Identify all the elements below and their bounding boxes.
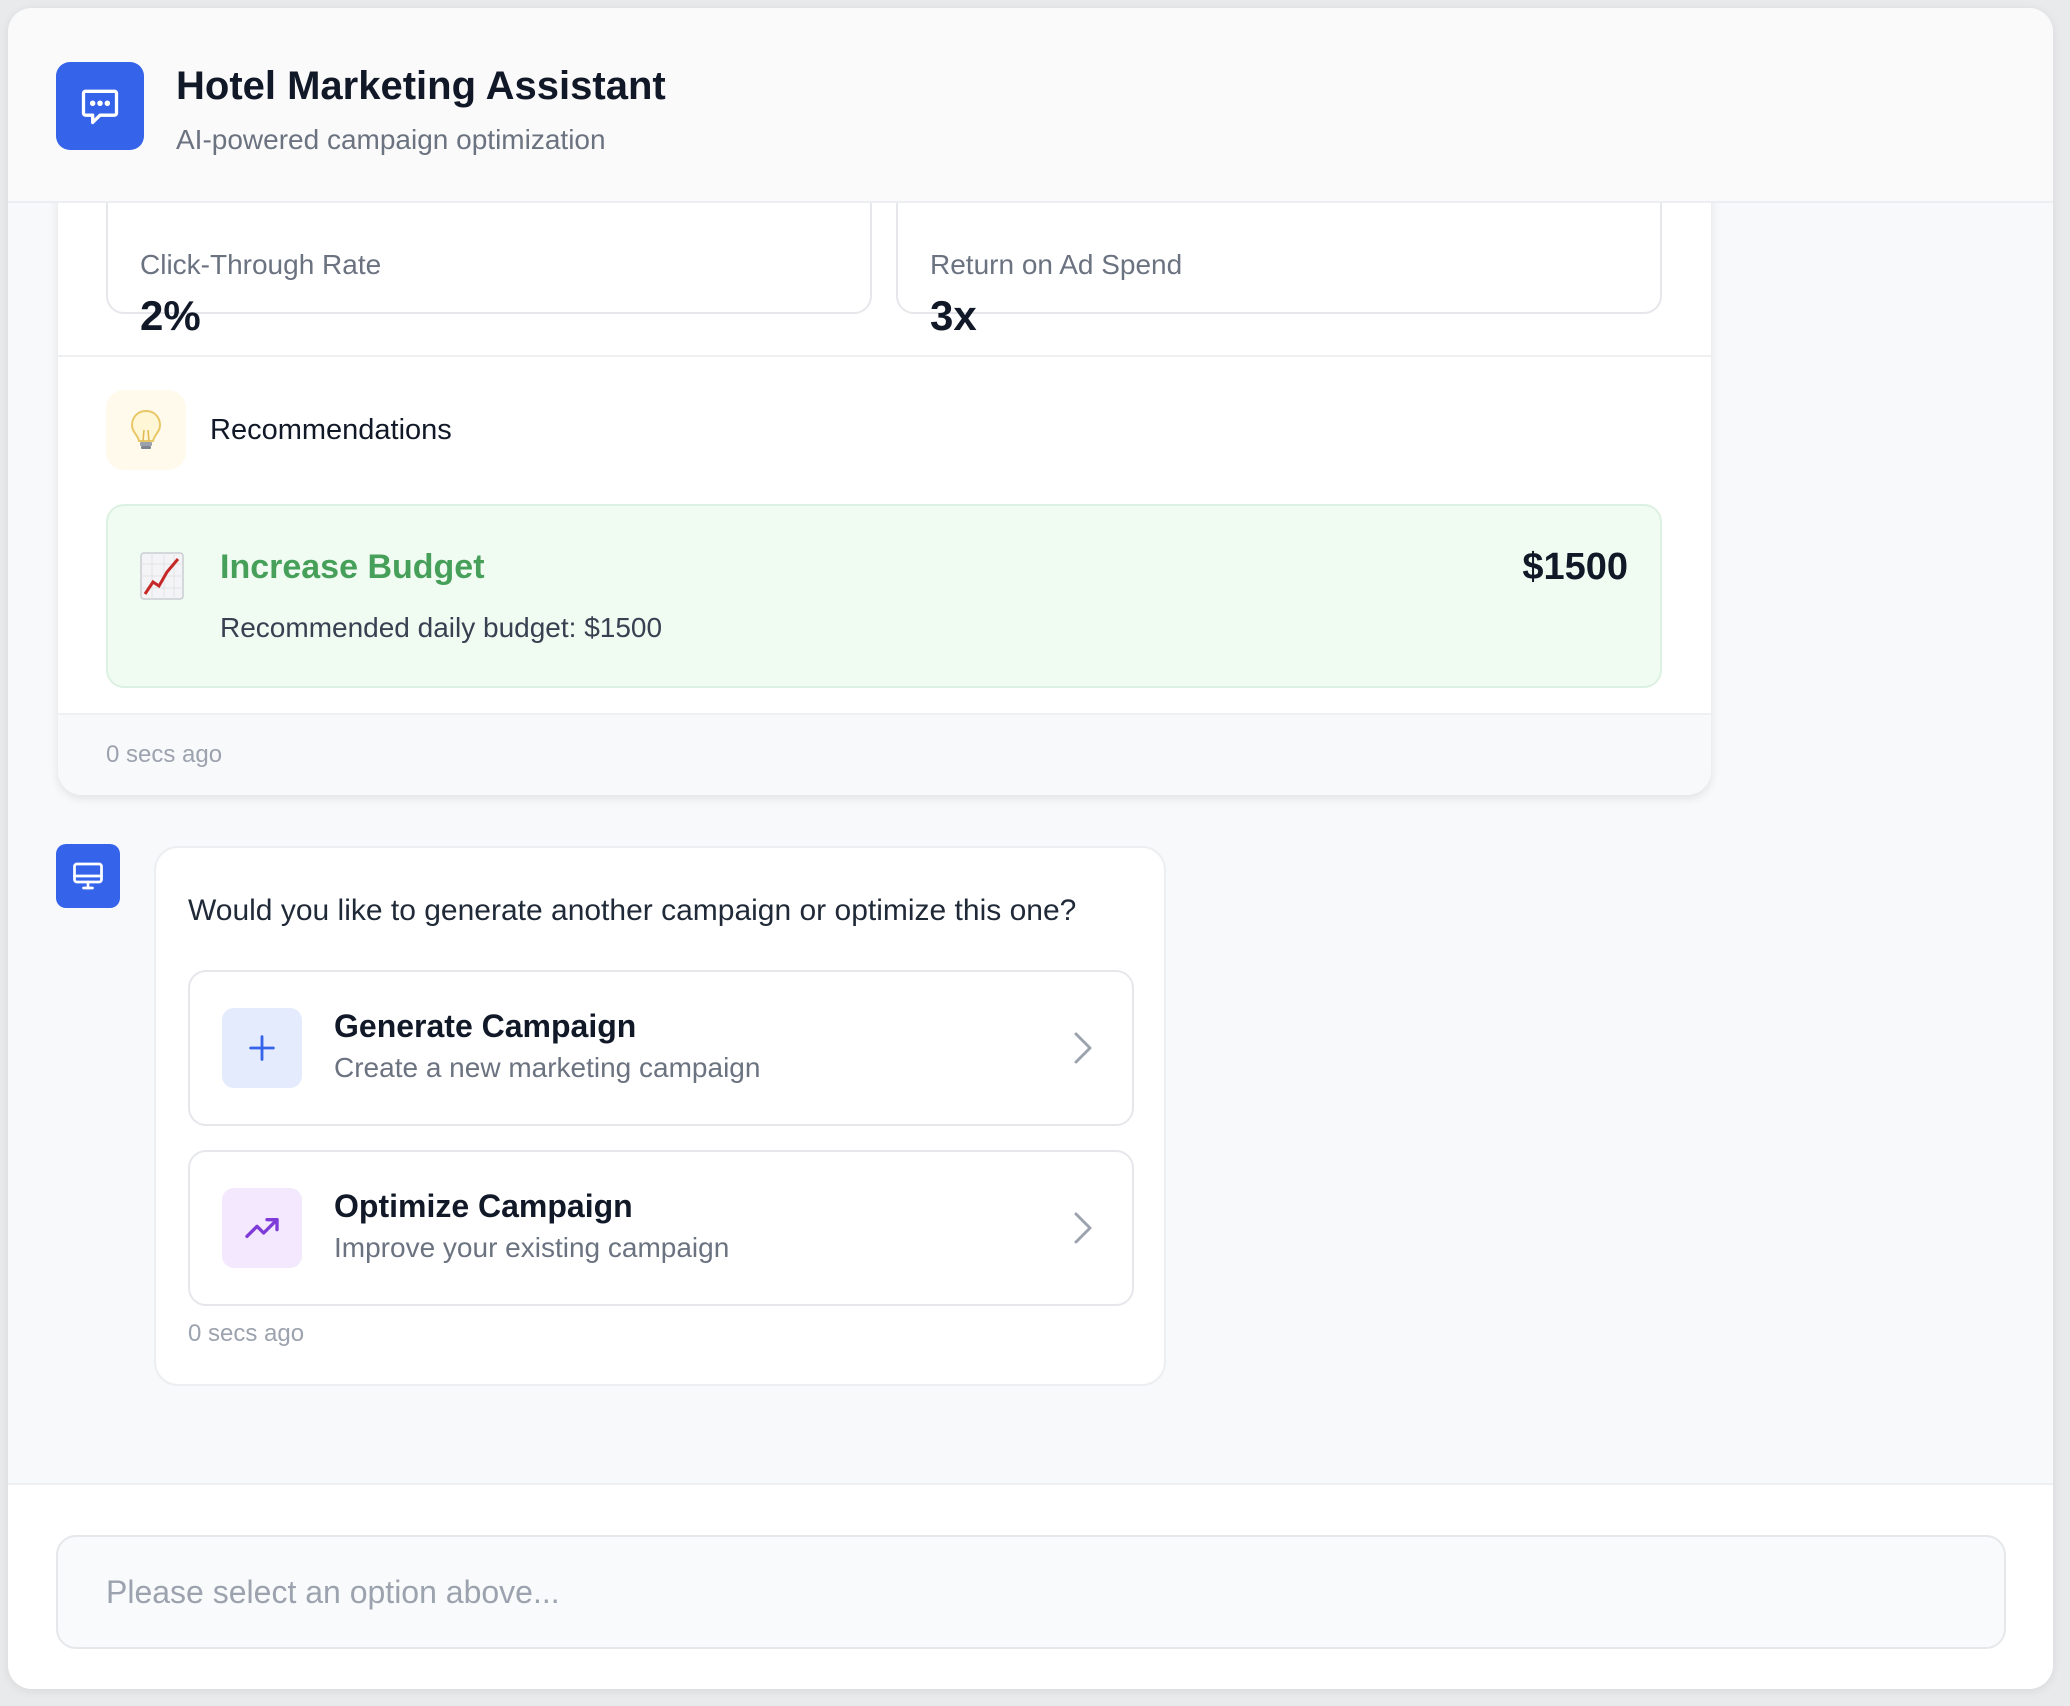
metric-value: 3x — [930, 292, 977, 339]
chart-increasing-icon — [140, 552, 184, 600]
recommendation-description: Recommended daily budget: $1500 — [220, 612, 663, 643]
recommendation-value: $1500 — [1522, 546, 1628, 588]
recommendation-title: Increase Budget — [220, 548, 485, 586]
optimize-campaign-option[interactable]: Optimize Campaign Improve your existing … — [188, 1150, 1134, 1306]
metric-value: 2% — [140, 292, 201, 339]
chevron-right-icon — [1074, 1032, 1092, 1064]
input-area — [8, 1483, 2053, 1689]
card-footer: 0 secs ago — [58, 713, 1711, 795]
bot-question: Would you like to generate another campa… — [188, 894, 1077, 927]
chat-input[interactable] — [56, 1535, 2006, 1649]
monitor-icon — [73, 862, 103, 890]
bot-avatar — [56, 844, 120, 908]
app-window: Click-Through Rate 2% Return on Ad Spend… — [8, 8, 2053, 1689]
app-subtitle: AI-powered campaign optimization — [176, 124, 606, 155]
plus-icon — [222, 1008, 302, 1088]
bot-message-bubble: Would you like to generate another campa… — [154, 846, 1166, 1386]
option-title: Optimize Campaign — [334, 1188, 633, 1224]
chat-bubble-icon — [56, 62, 144, 150]
metric-label: Click-Through Rate — [140, 249, 382, 280]
option-title: Generate Campaign — [334, 1008, 637, 1044]
lightbulb-icon — [106, 390, 186, 470]
timestamp: 0 secs ago — [188, 1320, 305, 1347]
option-description: Improve your existing campaign — [334, 1232, 730, 1263]
section-divider — [58, 355, 1711, 357]
chevron-right-icon — [1074, 1212, 1092, 1244]
trending-up-icon — [222, 1188, 302, 1268]
recommendation-card: Increase Budget $1500 Recommended daily … — [106, 504, 1662, 688]
recommendations-heading: Recommendations — [210, 414, 452, 446]
app-header: Hotel Marketing Assistant AI-powered cam… — [8, 8, 2053, 203]
option-description: Create a new marketing campaign — [334, 1052, 761, 1083]
metric-label: Return on Ad Spend — [930, 249, 1183, 280]
app-title: Hotel Marketing Assistant — [176, 64, 666, 108]
timestamp: 0 secs ago — [106, 741, 223, 768]
generate-campaign-option[interactable]: Generate Campaign Create a new marketing… — [188, 970, 1134, 1126]
